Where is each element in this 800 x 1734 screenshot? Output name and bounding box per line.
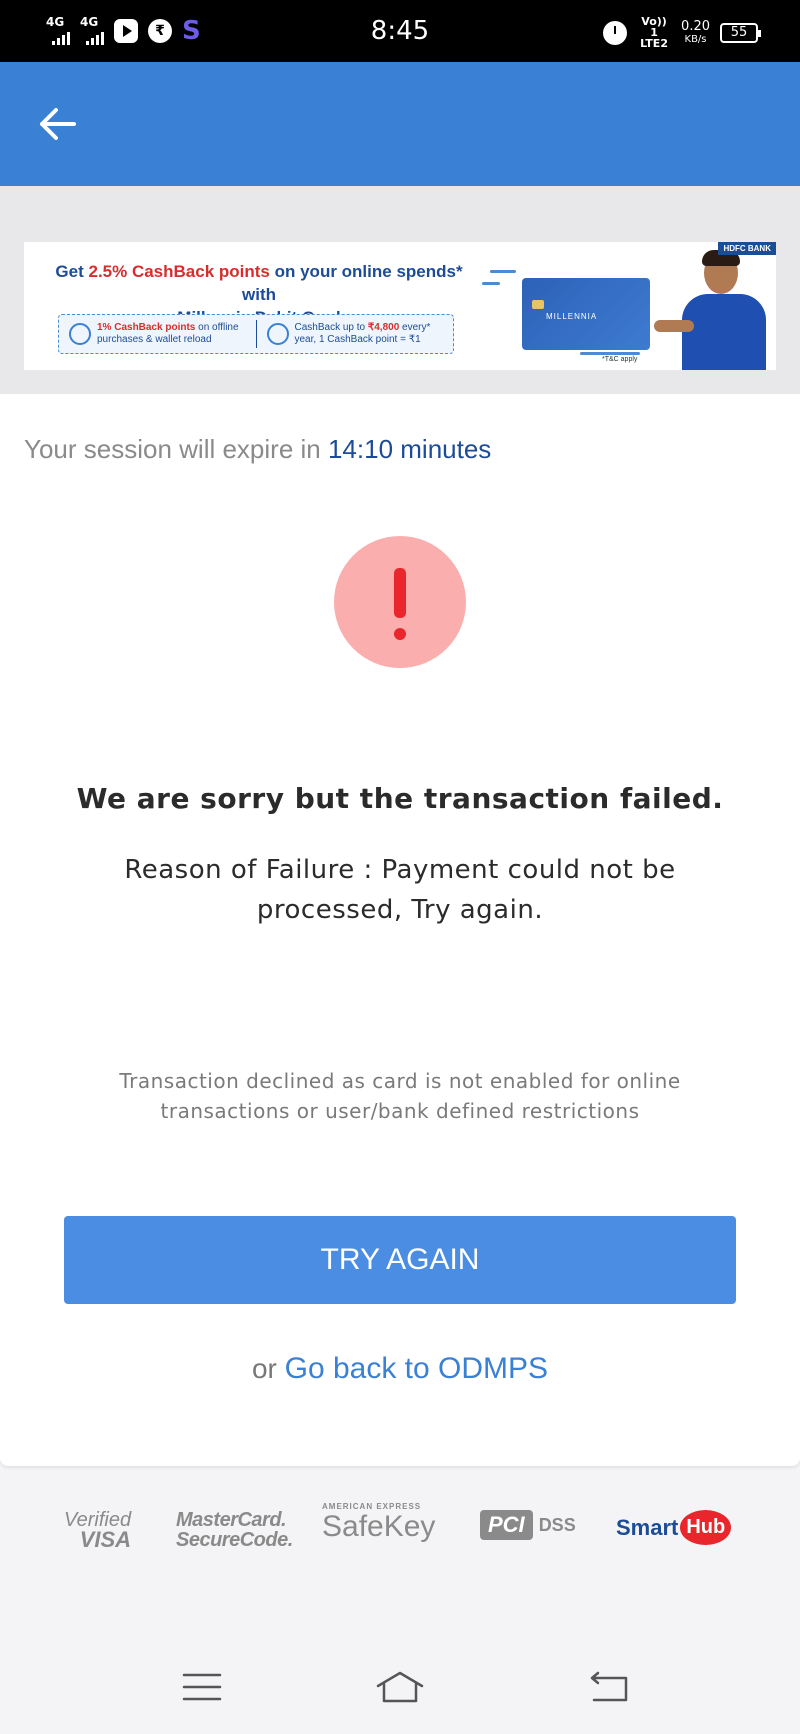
alarm-icon	[603, 20, 628, 45]
security-logos: Verified VISA MasterCard. SecureCode. AM…	[0, 1498, 800, 1558]
smarthub-a: Smart	[616, 1514, 679, 1540]
try-again-button[interactable]: TRY AGAIN	[64, 1216, 736, 1304]
failure-title: We are sorry but the transaction failed.	[76, 782, 724, 815]
exclamation-icon	[334, 536, 466, 668]
verified-by-visa-logo: Verified VISA	[64, 1510, 132, 1552]
status-right: Vo)) 1 LTE2 0.20 KB/s 55	[603, 15, 761, 50]
nav-back-button[interactable]	[586, 1670, 634, 1704]
pci-text: PCI	[480, 1510, 533, 1540]
banner-offers: 1% CashBack points on offline purchases …	[58, 314, 454, 354]
failure-reason: Reason of Failure : Payment could not be…	[124, 855, 676, 925]
banner-headline-highlight: 2.5% CashBack points	[88, 262, 270, 281]
go-back-link[interactable]: Go back to ODMPS	[285, 1352, 548, 1385]
offer-2-bold: ₹4,800	[367, 322, 400, 333]
mastercard-securecode-logo: MasterCard. SecureCode.	[176, 1510, 293, 1550]
offer-1-bold: 1% CashBack points	[97, 322, 196, 333]
offer-2-text: CashBack up to	[294, 322, 368, 333]
hdfc-badge: HDFC BANK	[718, 242, 776, 255]
decor-dash	[482, 282, 500, 285]
session-prefix: Your session will expire in	[24, 434, 328, 464]
millennia-card-image: MILLENNIA	[522, 278, 650, 350]
banner-headline-suffix: on your online spends* with	[242, 262, 463, 304]
visa-line2: VISA	[79, 1527, 132, 1552]
system-nav-bar	[0, 1634, 800, 1734]
speed-unit: KB/s	[684, 33, 707, 45]
arrow-left-icon	[40, 108, 76, 140]
go-back-row: or Go back to ODMPS	[0, 1352, 800, 1386]
mc-line2: SecureCode.	[176, 1529, 293, 1551]
banner-area: Get 2.5% CashBack points on your online …	[0, 186, 800, 394]
pci-dss-logo: PCI DSS	[480, 1510, 576, 1540]
volte-indicator: Vo)) 1 LTE2	[640, 15, 668, 50]
mc-line1: MasterCard.	[176, 1509, 287, 1531]
offer-2: CashBack up to ₹4,800 every* year, 1 Cas…	[257, 322, 454, 346]
session-timer: 14:10 minutes	[327, 434, 492, 464]
rupee-cycle-icon	[266, 323, 289, 345]
nav-home-button[interactable]	[374, 1670, 424, 1704]
speed-value: 0.20	[681, 18, 710, 34]
decor-dash	[580, 352, 640, 355]
back-button[interactable]	[34, 102, 82, 146]
network-speed: 0.20 KB/s	[681, 20, 710, 46]
status-bar: 4G 4G ₹ S 8:45 Vo)) 1 LTE2 0.20 KB/s 55	[0, 0, 800, 62]
promo-banner[interactable]: Get 2.5% CashBack points on your online …	[24, 242, 776, 370]
menu-icon	[182, 1673, 222, 1701]
nav-menu-button[interactable]	[178, 1670, 226, 1704]
amex-main: SafeKey	[322, 1510, 436, 1543]
dss-text: DSS	[538, 1514, 576, 1535]
declined-note: Transaction declined as card is not enab…	[119, 1069, 681, 1123]
banner-headline-prefix: Get	[55, 262, 89, 281]
or-text: or	[251, 1353, 285, 1384]
smarthub-b: Hub	[680, 1510, 732, 1545]
app-header	[0, 62, 800, 186]
amex-safekey-logo: AMERICAN EXPRESS SafeKey	[322, 1502, 435, 1543]
card-label: MILLENNIA	[546, 312, 598, 321]
person-image	[654, 250, 772, 370]
battery-icon: 55	[720, 22, 761, 43]
card-chip-icon	[532, 300, 544, 309]
tnc-note: *T&C apply	[602, 356, 638, 363]
decor-dash	[490, 270, 516, 273]
offer-1: 1% CashBack points on offline purchases …	[59, 322, 256, 346]
cashback-icon	[69, 323, 91, 345]
session-expiry: Your session will expire in 14:10 minute…	[24, 434, 491, 465]
home-icon	[376, 1671, 424, 1703]
result-card: Your session will expire in 14:10 minute…	[0, 394, 800, 1466]
back-icon	[590, 1671, 628, 1702]
smarthub-logo: Smart Hub	[616, 1510, 732, 1545]
